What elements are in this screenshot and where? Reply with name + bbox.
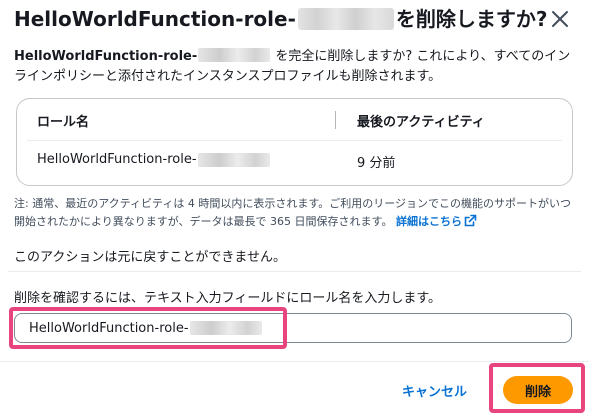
description-role-name: HelloWorldFunction-role- [14, 49, 198, 64]
table-cell-role-name: HelloWorldFunction-role- [37, 152, 271, 167]
irreversible-warning: このアクションは元に戻すことができません。 [14, 250, 286, 265]
cancel-button[interactable]: キャンセル [392, 376, 477, 404]
section-divider [8, 271, 581, 272]
delete-button[interactable]: 削除 [503, 376, 573, 404]
redacted-role-suffix [297, 8, 394, 30]
redacted-role-suffix [198, 48, 271, 62]
column-header-last-activity: 最後のアクティビティ [357, 115, 485, 130]
table-cell-role-text: HelloWorldFunction-role- [37, 152, 197, 167]
dialog-title-suffix: を削除しますか? [395, 7, 548, 31]
dialog-title: HelloWorldFunction-role- を削除しますか? [14, 6, 548, 32]
redacted-role-suffix [197, 152, 270, 167]
delete-role-dialog: HelloWorldFunction-role- を削除しますか? HelloW… [0, 0, 589, 413]
confirm-label: 削除を確認するには、テキスト入力フィールドにロール名を入力します。 [14, 291, 442, 306]
table-cell-last-activity: 9 分前 [357, 156, 396, 171]
activity-note: 注: 通常、最近のアクティビティは 4 時間以内に表示されます。ご利用のリージョ… [14, 195, 574, 231]
footer-divider [0, 361, 589, 362]
dialog-description: HelloWorldFunction-role- を完全に削除しますか? これに… [14, 47, 574, 87]
external-link-icon[interactable] [464, 214, 477, 227]
confirm-role-input[interactable]: HelloWorldFunction-role- [14, 313, 572, 343]
column-header-role-name: ロール名 [37, 115, 90, 130]
role-table: ロール名 最後のアクティビティ HelloWorldFunction-role-… [16, 98, 573, 186]
table-divider [27, 140, 562, 141]
close-icon[interactable] [549, 8, 571, 30]
dialog-title-role-prefix: HelloWorldFunction-role- [14, 7, 296, 31]
column-divider [335, 111, 336, 129]
learn-more-link[interactable]: 詳細はこちら [396, 214, 477, 228]
description-text-line2: ラインポリシーと添付されたインスタンスプロファイルも削除されます。 [14, 69, 442, 84]
dialog-header: HelloWorldFunction-role- を削除しますか? [14, 6, 575, 36]
close-button[interactable] [549, 8, 571, 30]
description-text-line1: を完全に削除しますか? これにより、すべてのイン [271, 49, 571, 64]
confirm-input-value[interactable]: HelloWorldFunction-role- [29, 321, 189, 336]
learn-more-label[interactable]: 詳細はこちら [396, 215, 462, 228]
note-text: 注: 通常、最近のアクティビティは 4 時間以内に表示されます。ご利用のリージョ… [14, 197, 572, 228]
redacted-role-suffix [189, 321, 262, 335]
